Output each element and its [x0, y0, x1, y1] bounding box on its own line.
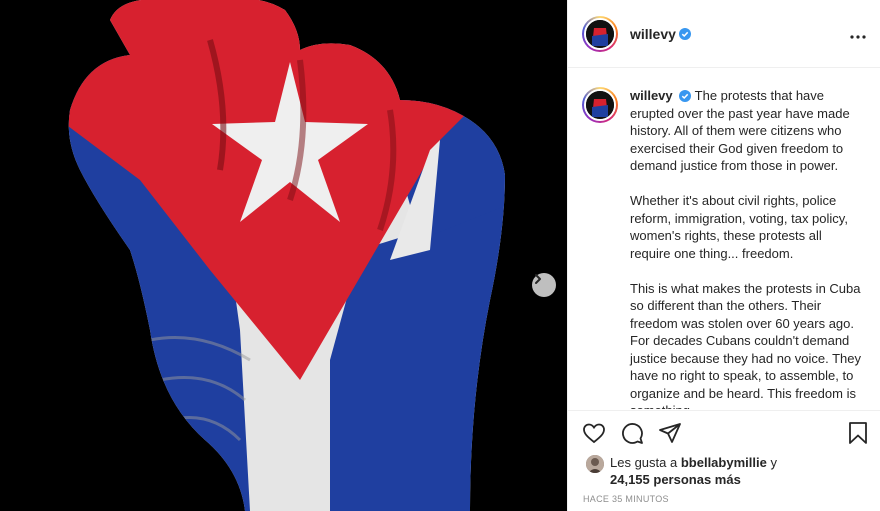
caption-username[interactable]: willevy — [630, 88, 673, 103]
chevron-right-icon — [535, 274, 541, 284]
ellipsis-icon — [850, 35, 866, 39]
liker-avatar[interactable] — [586, 455, 604, 473]
post-timestamp[interactable]: HACE 35 MINUTOS — [583, 494, 669, 504]
caption-paragraph: Whether it's about civil rights, police … — [630, 193, 848, 261]
avatar-image — [586, 19, 614, 48]
avatar-image — [586, 91, 614, 119]
more-options-button[interactable] — [850, 23, 866, 44]
likes-user-link[interactable]: bbellabymillie — [681, 455, 767, 470]
post-panel: willevy willevy The protests that have e… — [567, 0, 880, 511]
next-media-button[interactable] — [532, 273, 556, 297]
comment-icon[interactable] — [620, 421, 644, 445]
verified-badge-icon — [679, 90, 692, 102]
post-header: willevy — [568, 0, 880, 68]
liker-avatar-image — [586, 455, 604, 473]
likes-count-link[interactable]: 24,155 personas más — [610, 472, 741, 487]
post-media[interactable] — [0, 0, 567, 511]
caption-avatar[interactable] — [582, 87, 618, 123]
likes-summary: Les gusta a bbellabymillie y 24,155 pers… — [586, 454, 777, 488]
caption-paragraph: This is what makes the protests in Cuba … — [630, 280, 862, 410]
cuban-flag-fist-image — [0, 0, 567, 511]
heart-icon[interactable] — [582, 421, 606, 445]
bookmark-icon[interactable] — [847, 421, 869, 445]
header-username[interactable]: willevy — [630, 26, 676, 42]
likes-suffix: y — [770, 455, 777, 470]
verified-badge-icon — [678, 27, 691, 40]
caption-area[interactable]: willevy The protests that have erupted o… — [568, 69, 880, 409]
share-icon[interactable] — [658, 421, 682, 445]
likes-prefix: Les gusta a — [610, 455, 678, 470]
caption-text: willevy The protests that have erupted o… — [630, 87, 865, 409]
avatar[interactable] — [582, 15, 618, 52]
